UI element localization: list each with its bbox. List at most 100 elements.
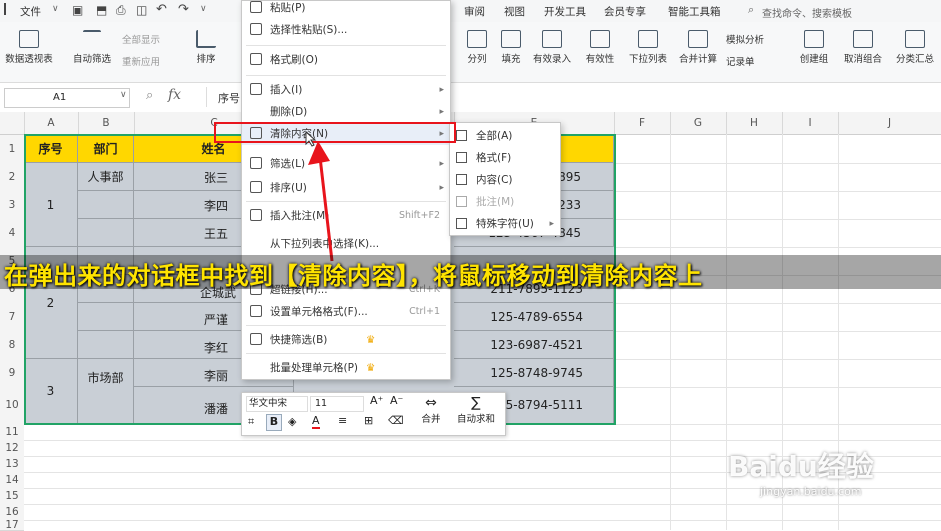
sort-icon: [196, 30, 216, 48]
show-all-button[interactable]: 全部显示: [122, 32, 160, 46]
menu-item-batch-process[interactable]: 批量处理单元格(P) ♛: [242, 357, 450, 379]
sort-button[interactable]: 排序: [188, 30, 224, 65]
row-header[interactable]: 3: [0, 191, 24, 220]
menu-item-paste[interactable]: 粘贴(P): [242, 0, 450, 19]
align-icon[interactable]: ≡: [338, 414, 347, 427]
export-icon[interactable]: ⬒: [96, 3, 107, 17]
format-cells-icon[interactable]: ⌗: [248, 415, 254, 429]
save-icon[interactable]: ▣: [72, 3, 83, 17]
clear-format-icon: [456, 152, 467, 163]
autosum-button[interactable]: ∑ 自动求和: [450, 395, 502, 425]
row-header[interactable]: 9: [0, 359, 24, 388]
tab-smart-tools[interactable]: 智能工具箱: [668, 4, 721, 19]
file-menu[interactable]: 文件: [20, 4, 41, 19]
menu-item-insert[interactable]: 插入(I) ▸: [242, 79, 450, 101]
tab-member[interactable]: 会员专享: [604, 4, 646, 19]
fill-color-icon[interactable]: ◈: [288, 415, 296, 428]
submenu-item-clear-format[interactable]: 格式(F): [450, 147, 560, 169]
quick-filter-icon: [250, 333, 262, 345]
pivot-table-button[interactable]: 数据透视表: [2, 30, 56, 65]
fx-icon[interactable]: fx: [168, 87, 181, 103]
bold-icon[interactable]: B: [266, 414, 282, 431]
row-header[interactable]: 4: [0, 219, 24, 248]
decrease-font-icon[interactable]: A⁻: [390, 394, 403, 407]
annotation-arrow: [308, 141, 334, 262]
menu-item-format-painter[interactable]: 格式刷(O): [242, 49, 450, 71]
submenu-item-special-char[interactable]: 特殊字符(U) ▸: [450, 213, 560, 235]
search-input[interactable]: 查找命令、搜索模板: [762, 5, 852, 20]
row-header[interactable]: 1: [0, 135, 24, 164]
column-header-a[interactable]: A: [24, 112, 79, 134]
row-header[interactable]: 13: [0, 456, 24, 473]
column-header-j[interactable]: J: [838, 112, 941, 134]
subtotal-button[interactable]: 分类汇总: [890, 30, 940, 65]
simulate-analysis-button[interactable]: 模拟分析: [726, 32, 764, 46]
row-header[interactable]: 11: [0, 424, 24, 441]
chevron-down-icon[interactable]: ∨: [120, 90, 127, 100]
auto-filter-button[interactable]: 自动筛选: [70, 30, 114, 65]
name-box[interactable]: A1: [4, 88, 130, 108]
merge-calc-button[interactable]: 合并计算: [674, 30, 722, 65]
row-header[interactable]: 14: [0, 472, 24, 489]
chevron-down-icon[interactable]: ∨: [52, 4, 59, 14]
formula-input[interactable]: 序号: [218, 90, 240, 106]
merge-icon: ⇔: [425, 395, 437, 411]
tab-view[interactable]: 视图: [504, 4, 525, 19]
merge-button[interactable]: ⇔ 合并: [412, 395, 450, 425]
valid-entry-button[interactable]: 有效录入: [530, 30, 574, 65]
column-header-i[interactable]: I: [782, 112, 839, 134]
zoom-icon[interactable]: ⌕: [146, 88, 153, 103]
chevron-right-icon: ▸: [439, 107, 444, 117]
row-header[interactable]: 15: [0, 488, 24, 505]
preview-icon[interactable]: ◫: [136, 3, 147, 17]
menu-item-paste-special[interactable]: 选择性粘贴(S)...: [242, 19, 450, 41]
submenu-item-clear-content[interactable]: 内容(C): [450, 169, 560, 191]
font-size-select[interactable]: 11: [310, 396, 364, 412]
undo-icon[interactable]: ↶: [156, 2, 167, 17]
dropdown-list-button[interactable]: 下拉列表: [624, 30, 672, 65]
submenu-item-clear-comment[interactable]: 批注(M): [450, 191, 560, 213]
increase-font-icon[interactable]: A⁺: [370, 394, 383, 407]
create-group-button[interactable]: 创建组: [792, 30, 836, 65]
row-header[interactable]: 17: [0, 520, 24, 531]
ungroup-button[interactable]: 取消组合: [838, 30, 888, 65]
row-header[interactable]: 12: [0, 440, 24, 457]
redo-icon[interactable]: ↷: [178, 2, 189, 17]
validation-icon: [590, 30, 610, 48]
column-header-f[interactable]: F: [614, 112, 671, 134]
sort-icon: [250, 181, 262, 193]
name-cell-text: 李红: [204, 341, 229, 355]
grid-line: [24, 504, 941, 505]
tab-review[interactable]: 审阅: [464, 4, 485, 19]
column-header-g[interactable]: G: [670, 112, 727, 134]
ribbon: 数据透视表 自动筛选 全部显示 重新应用 排序 分列 填充 有效录入 有效性 下…: [0, 22, 941, 83]
row-header[interactable]: 2: [0, 163, 24, 192]
menu-item-delete[interactable]: 删除(D) ▸: [242, 101, 450, 123]
validation-button[interactable]: 有效性: [580, 30, 620, 65]
split-column-button[interactable]: 分列: [460, 30, 494, 65]
row-header[interactable]: 10: [0, 387, 24, 425]
menu-icon[interactable]: [4, 3, 14, 15]
row-header[interactable]: 8: [0, 331, 24, 360]
fill-button[interactable]: 填充: [494, 30, 528, 65]
menu-separator: [246, 325, 446, 326]
select-all-corner[interactable]: [0, 112, 25, 134]
reapply-button[interactable]: 重新应用: [122, 54, 160, 68]
menu-item-quick-filter[interactable]: 快捷筛选(B) ♛: [242, 329, 450, 351]
row-header[interactable]: 16: [0, 504, 24, 521]
font-color-icon[interactable]: A: [312, 414, 320, 429]
column-header-h[interactable]: H: [726, 112, 783, 134]
record-form-button[interactable]: 记录单: [726, 54, 755, 68]
chevron-down-icon[interactable]: ∨: [200, 4, 207, 14]
submenu-item-clear-all[interactable]: 全部(A): [450, 125, 560, 147]
tab-developer[interactable]: 开发工具: [544, 4, 586, 19]
clear-format-icon[interactable]: ⌫: [388, 414, 404, 427]
print-icon[interactable]: ⎙: [116, 3, 126, 18]
name-cell-text: 潘潘: [204, 402, 229, 416]
border-icon[interactable]: ⊞: [364, 414, 373, 427]
row-header[interactable]: 7: [0, 303, 24, 332]
menu-item-cell-format[interactable]: 设置单元格格式(F)... Ctrl+1: [242, 301, 450, 323]
column-header-b[interactable]: B: [78, 112, 135, 134]
formula-bar: A1 ∨ ⌕ fx 序号: [0, 84, 941, 113]
font-family-select[interactable]: 华文中宋: [246, 396, 308, 412]
